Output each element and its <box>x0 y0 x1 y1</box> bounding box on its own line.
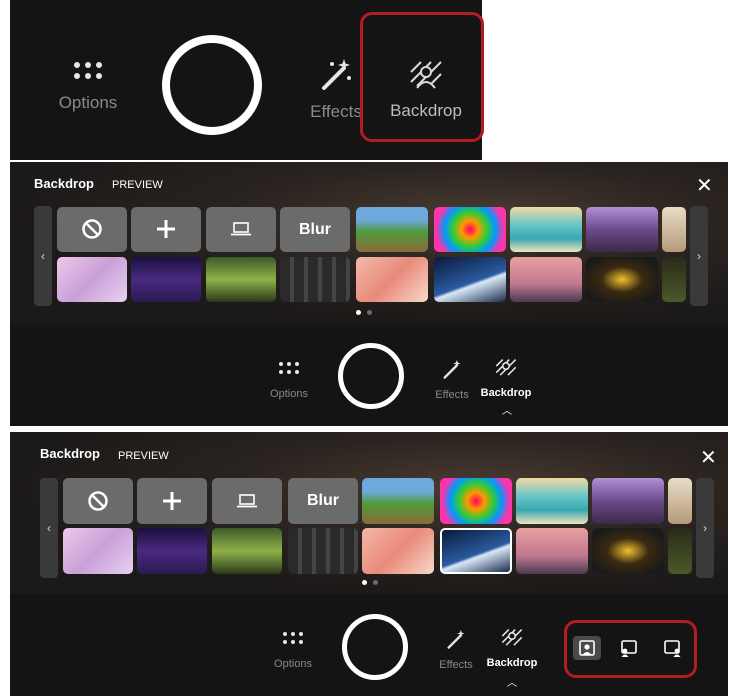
background-tile-partial-2[interactable] <box>662 257 686 302</box>
no-background-icon <box>82 219 102 239</box>
panel-title: Backdrop <box>40 446 100 461</box>
laptop-icon <box>231 222 251 236</box>
effects-button[interactable]: Effects <box>434 628 478 671</box>
blur-label: Blur <box>299 221 331 238</box>
background-tile-pink-abstract[interactable] <box>63 528 133 574</box>
background-tile-game[interactable] <box>362 478 434 524</box>
effects-button[interactable]: Effects <box>306 56 366 122</box>
desktop-background-tile[interactable] <box>206 207 276 252</box>
backdrop-highlight <box>360 12 484 142</box>
shutter-button[interactable] <box>338 343 404 409</box>
options-button[interactable]: Options <box>264 362 314 400</box>
grid-dots-icon <box>268 632 318 644</box>
backdrop-icon <box>501 629 523 646</box>
background-tile-pink-abstract[interactable] <box>57 257 127 302</box>
magic-wand-icon <box>443 359 461 379</box>
chevron-left-icon[interactable]: ‹ <box>34 206 52 306</box>
page-indicator <box>362 580 378 585</box>
position-buttons-highlight <box>564 620 697 678</box>
options-label: Options <box>274 658 312 670</box>
bottom-toolbar: Options Effects Backdrop ︿ <box>10 326 728 426</box>
background-tile-partial[interactable] <box>668 478 692 524</box>
background-tile-partial-2[interactable] <box>668 528 692 574</box>
background-tile-pool[interactable] <box>516 478 588 524</box>
laptop-icon <box>237 494 257 508</box>
backdrop-label: Backdrop <box>480 387 532 399</box>
background-tile-room[interactable] <box>362 528 434 574</box>
grid-dots-icon <box>264 362 314 374</box>
effects-label: Effects <box>435 389 469 401</box>
background-tile-game[interactable] <box>356 207 428 252</box>
grid-dots-icon <box>50 62 126 79</box>
background-tile-space-city[interactable] <box>137 528 207 574</box>
caret-up-icon: ︿ <box>507 678 517 689</box>
blur-tile[interactable]: Blur <box>288 478 358 524</box>
options-button[interactable]: Options <box>50 62 126 113</box>
close-icon[interactable]: ✕ <box>696 176 713 196</box>
no-background-tile[interactable] <box>63 478 133 524</box>
options-button[interactable]: Options <box>268 632 318 670</box>
background-tile-space-city[interactable] <box>131 257 201 302</box>
backdrop-panel-1: Backdrop PREVIEW ✕ ‹ › Blur Options Effe… <box>10 162 728 426</box>
background-tile-green-hall[interactable] <box>212 528 282 574</box>
background-tile-room[interactable] <box>356 257 428 302</box>
effects-label: Effects <box>310 102 362 121</box>
background-tile-neon[interactable] <box>586 257 658 302</box>
background-tile-colors[interactable] <box>434 207 506 252</box>
chevron-left-icon[interactable]: ‹ <box>40 478 58 578</box>
backdrop-label: Backdrop <box>486 657 538 669</box>
panel-subtitle: PREVIEW <box>112 179 163 191</box>
plus-icon <box>163 492 181 510</box>
options-label: Options <box>270 388 308 400</box>
blur-tile[interactable]: Blur <box>280 207 350 252</box>
magic-wand-icon <box>322 59 351 90</box>
shutter-button[interactable] <box>342 614 408 680</box>
background-tile-green-hall[interactable] <box>206 257 276 302</box>
background-tile-earth-selected[interactable] <box>440 528 512 574</box>
no-background-tile[interactable] <box>57 207 127 252</box>
background-tile-shelves[interactable] <box>288 528 358 574</box>
add-background-tile[interactable] <box>131 207 201 252</box>
panel-title: Backdrop <box>34 176 94 191</box>
background-tile-sunset[interactable] <box>510 257 582 302</box>
backdrop-icon <box>495 359 517 376</box>
page-indicator <box>356 310 372 315</box>
effects-button[interactable]: Effects <box>430 358 474 401</box>
backdrop-button[interactable]: Backdrop <box>476 358 536 399</box>
effects-label: Effects <box>439 659 473 671</box>
blur-label: Blur <box>307 492 339 509</box>
chevron-right-icon[interactable]: › <box>696 478 714 578</box>
options-label: Options <box>58 93 118 112</box>
backdrop-button[interactable]: Backdrop <box>482 628 542 669</box>
plus-icon <box>157 220 175 238</box>
no-background-icon <box>88 491 108 511</box>
background-tile-earth[interactable] <box>434 257 506 302</box>
chevron-right-icon[interactable]: › <box>690 206 708 306</box>
shutter-button[interactable] <box>162 35 262 135</box>
add-background-tile[interactable] <box>137 478 207 524</box>
panel-subtitle: PREVIEW <box>118 450 169 462</box>
caret-up-icon: ︿ <box>502 406 512 417</box>
background-tile-pool[interactable] <box>510 207 582 252</box>
background-tile-shelves[interactable] <box>280 257 350 302</box>
background-tile-purple-sky[interactable] <box>592 478 664 524</box>
background-tile-colors[interactable] <box>440 478 512 524</box>
desktop-background-tile[interactable] <box>212 478 282 524</box>
background-tile-neon[interactable] <box>592 528 664 574</box>
background-tile-partial[interactable] <box>662 207 686 252</box>
magic-wand-icon <box>447 629 465 649</box>
background-tile-purple-sky[interactable] <box>586 207 658 252</box>
background-tile-sunset[interactable] <box>516 528 588 574</box>
close-icon[interactable]: ✕ <box>700 448 717 468</box>
